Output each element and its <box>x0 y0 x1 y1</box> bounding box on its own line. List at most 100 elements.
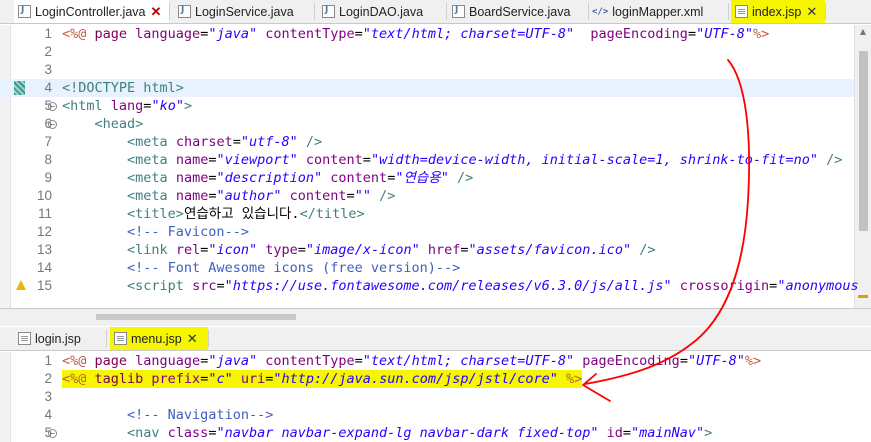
horizontal-scroll-thumb[interactable] <box>96 314 296 320</box>
tab-loginservice-java[interactable]: LoginService.java <box>174 0 314 23</box>
code-token: "text/html; charset=UTF-8" <box>362 353 575 369</box>
tab-label: loginMapper.xml <box>612 4 704 19</box>
code-token: "mainNav" <box>631 425 705 441</box>
code-line[interactable]: 2 <%@ taglib prefix="c" uri="http://java.… <box>0 370 871 388</box>
code-line[interactable]: 3 <box>0 61 854 79</box>
code-line[interactable]: 7 <meta charset="utf-8" /> <box>0 133 854 151</box>
code-line[interactable]: 5− <nav class = "navbar navbar-expand-lg n… <box>0 424 871 442</box>
code-text: <script src="https://use.fontawesome.com… <box>62 277 859 295</box>
code-token: %> <box>752 26 770 42</box>
code-line[interactable]: 3 <box>0 388 871 406</box>
code-token: rel <box>175 242 201 258</box>
jsp-file-icon <box>114 332 127 345</box>
code-token: "width=device-width, initial-scale=1, sh… <box>370 152 818 168</box>
code-line[interactable]: 9 <meta name="description" content="연습용"… <box>0 169 854 187</box>
editor-split-divider[interactable] <box>0 308 871 326</box>
code-token: </title> <box>299 206 365 222</box>
close-tab-icon[interactable]: ✕ <box>187 331 198 347</box>
code-token: "UTF-8" <box>687 353 745 369</box>
tab-boardservice-java[interactable]: BoardService.java <box>448 0 588 23</box>
code-token: pageEncoding <box>590 26 688 42</box>
code-line[interactable]: 10 <meta name="author" content="" /> <box>0 187 854 205</box>
line-number: 14 <box>36 260 52 275</box>
line-number: 6 <box>44 116 52 131</box>
code-line[interactable]: 4 <!-- Navigation--> <box>0 406 871 424</box>
code-token: = <box>460 242 469 258</box>
line-number: 10 <box>36 188 52 203</box>
code-text: <%@ taglib prefix="c" uri="http://java.s… <box>62 370 583 388</box>
code-token: /> <box>631 242 656 258</box>
close-tab-icon[interactable]: ✕ <box>806 4 817 20</box>
scroll-thumb[interactable] <box>859 51 868 231</box>
code-token: = <box>354 26 363 42</box>
fold-toggle-icon[interactable]: − <box>48 120 57 129</box>
code-line[interactable]: 13 <link rel="icon" type="image/x-icon" … <box>0 241 854 259</box>
code-token: "image/x-icon" <box>305 242 420 258</box>
top-code-editor[interactable]: ▲ 1 <%@ page language="java" contentType=… <box>0 25 871 308</box>
code-token: <script <box>127 278 193 294</box>
code-line[interactable]: 5− <html lang="ko"> <box>0 97 854 115</box>
code-line[interactable]: 1 <%@ page language="java" contentType="t… <box>0 25 854 43</box>
code-text: <!-- Navigation--> <box>62 406 273 424</box>
java-file-icon <box>452 5 465 18</box>
code-token: content <box>289 188 347 204</box>
code-token: %> <box>566 371 583 387</box>
code-text: <%@ page language="java" contentType="te… <box>62 352 761 370</box>
code-token: "https://use.fontawesome.com/releases/v6… <box>224 278 672 294</box>
tab-separator <box>314 3 315 20</box>
code-text: <nav class = "navbar navbar-expand-lg navb… <box>62 424 712 442</box>
tab-logincontroller-java[interactable]: LoginController.java ✕ <box>14 0 169 23</box>
tab-separator <box>106 330 107 347</box>
code-token: class <box>167 425 209 441</box>
line-number: 12 <box>36 224 52 239</box>
code-token: prefix <box>151 371 201 387</box>
bottom-code-editor[interactable]: 1 <%@ page language="java" contentType="t… <box>0 352 871 442</box>
code-line[interactable]: 8 <meta name="viewport" content="width=d… <box>0 151 854 169</box>
tab-label: LoginController.java <box>35 4 146 19</box>
line-number: 13 <box>36 242 52 257</box>
code-token: <%@ <box>62 26 95 42</box>
fold-toggle-icon[interactable]: − <box>48 429 57 438</box>
tab-menu-jsp[interactable]: menu.jsp ✕ <box>110 327 208 350</box>
code-text: <!-- Favicon--> <box>62 223 249 241</box>
tab-logindao-java[interactable]: LoginDAO.java <box>318 0 446 23</box>
code-line[interactable]: 1 <%@ page language="java" contentType="t… <box>0 352 871 370</box>
bottom-editor-tabbar: login.jsp menu.jsp ✕ <box>0 327 871 351</box>
code-token: = <box>354 353 363 369</box>
vertical-scrollbar[interactable]: ▲ <box>854 25 871 308</box>
code-token: <!-- Navigation--> <box>127 407 274 423</box>
code-line[interactable]: 14 <!-- Font Awesome icons (free version… <box>0 259 854 277</box>
warning-overview-marker[interactable] <box>858 295 868 298</box>
tab-loginmapper-xml[interactable]: loginMapper.xml <box>588 0 728 23</box>
line-number: 1 <box>44 26 52 41</box>
close-tab-icon[interactable]: ✕ <box>151 4 162 20</box>
tab-label: LoginService.java <box>195 4 294 19</box>
code-token: "author" <box>216 188 282 204</box>
tab-label: LoginDAO.java <box>339 4 424 19</box>
code-line[interactable]: 15 <script src="https://use.fontawesome.… <box>0 277 859 295</box>
code-token: = <box>362 152 371 168</box>
code-line[interactable]: 11 <title>연습하고 있습니다.</title> <box>0 205 854 223</box>
scroll-up-icon[interactable]: ▲ <box>858 27 868 37</box>
code-line[interactable]: 4 <!DOCTYPE html> <box>0 79 854 97</box>
code-token: = <box>232 134 241 150</box>
code-token: src <box>192 278 217 294</box>
code-token: "anonymous <box>777 278 859 294</box>
horizontal-scrollbar[interactable] <box>56 312 854 322</box>
code-token: <%@ <box>62 371 95 387</box>
code-line[interactable]: 6− <head> <box>0 115 854 133</box>
java-file-icon <box>322 5 335 18</box>
code-line[interactable]: 12 <!-- Favicon--> <box>0 223 854 241</box>
code-line[interactable]: 2 <box>0 43 854 61</box>
fold-toggle-icon[interactable]: − <box>48 102 57 111</box>
tab-index-jsp[interactable]: index.jsp ✕ <box>731 0 825 23</box>
tab-login-jsp[interactable]: login.jsp <box>14 327 106 350</box>
